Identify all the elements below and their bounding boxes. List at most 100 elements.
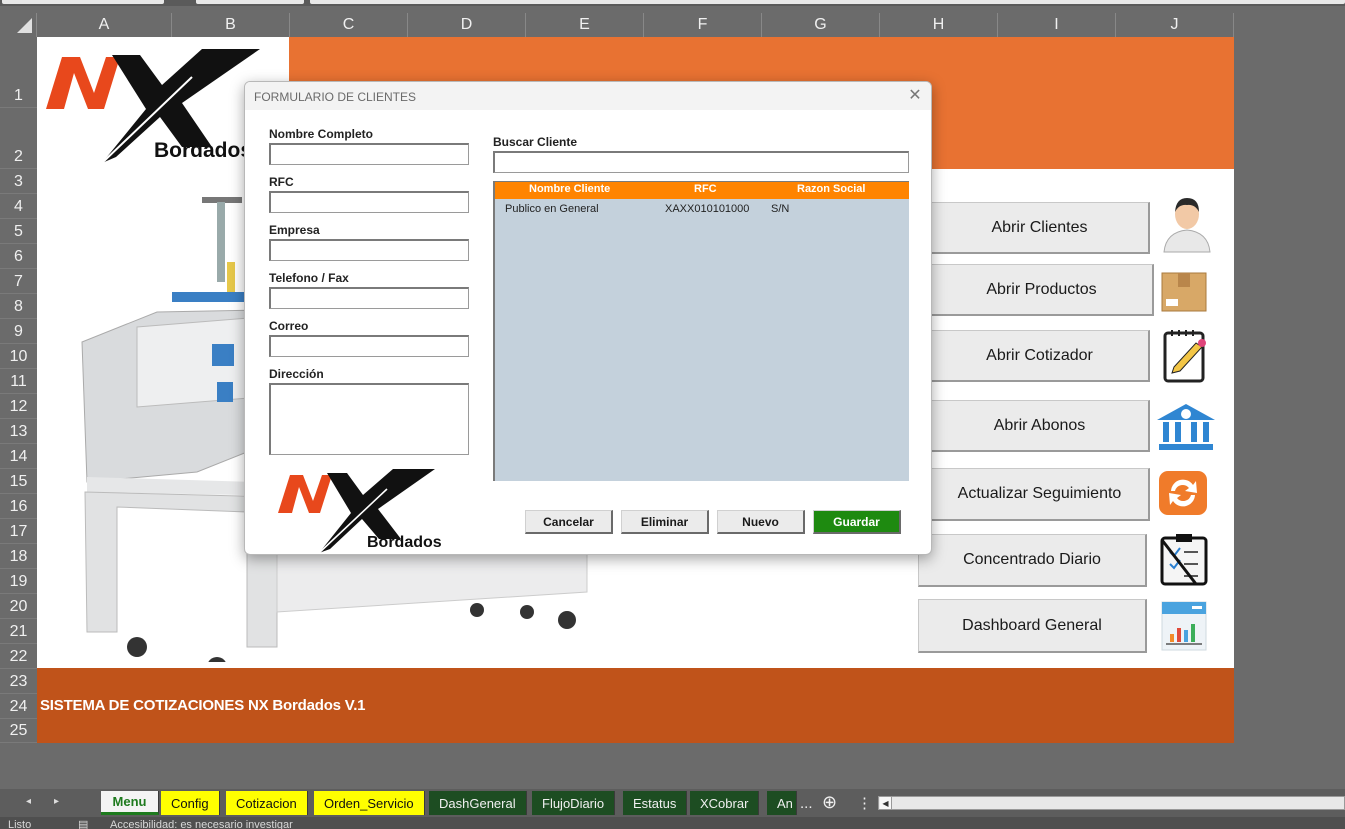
list-cell: XAXX010101000	[665, 203, 750, 215]
row-header[interactable]: 10	[0, 344, 37, 369]
empresa-input[interactable]	[269, 239, 469, 261]
delete-button[interactable]: Eliminar	[621, 510, 709, 534]
accessibility-status[interactable]: Accesibilidad: es necesario investigar	[110, 820, 293, 829]
row-header[interactable]: 13	[0, 419, 37, 444]
row-header[interactable]: 22	[0, 644, 37, 669]
row-header[interactable]: 8	[0, 294, 37, 319]
box-icon	[1161, 272, 1207, 312]
tab-scroll-right-icon[interactable]: ▸	[54, 796, 59, 807]
general-dashboard-button[interactable]: Dashboard General	[918, 599, 1147, 653]
telefono-input[interactable]	[269, 287, 469, 309]
rfc-input[interactable]	[269, 191, 469, 213]
column-header[interactable]: A	[37, 13, 172, 37]
tab-config[interactable]: Config	[161, 791, 220, 815]
nombre-input[interactable]	[269, 143, 469, 165]
tab-orden-servicio[interactable]: Orden_Servicio	[314, 791, 425, 815]
search-label: Buscar Cliente	[493, 135, 578, 149]
row-header[interactable]: 24	[0, 694, 37, 719]
tab-flujodiario[interactable]: FlujoDiario	[532, 791, 616, 815]
row-header[interactable]: 5	[0, 219, 37, 244]
footer-title: SISTEMA DE COTIZACIONES NX Bordados V.1	[40, 697, 366, 714]
row-header[interactable]: 9	[0, 319, 37, 344]
row-header[interactable]: 25	[0, 719, 37, 743]
open-payments-button[interactable]: Abrir Abonos	[930, 400, 1150, 452]
add-sheet-icon[interactable]: ⊕	[822, 792, 837, 813]
tab-estatus[interactable]: Estatus	[623, 791, 688, 815]
row-header[interactable]: 14	[0, 444, 37, 469]
cancel-button[interactable]: Cancelar	[525, 510, 613, 534]
update-tracking-button[interactable]: Actualizar Seguimiento	[930, 468, 1150, 521]
row-header[interactable]: 20	[0, 594, 37, 619]
column-header[interactable]: E	[526, 13, 644, 37]
row-header[interactable]: 18	[0, 544, 37, 569]
list-cell: S/N	[771, 203, 790, 215]
open-clients-button[interactable]: Abrir Clientes	[930, 202, 1150, 254]
row-header[interactable]: 7	[0, 269, 37, 294]
name-box[interactable]	[2, 0, 164, 4]
row-header[interactable]: 19	[0, 569, 37, 594]
tab-xcobrar[interactable]: XCobrar	[690, 791, 760, 815]
horizontal-scrollbar[interactable]: ◀	[878, 796, 1345, 810]
row-header[interactable]: 12	[0, 394, 37, 419]
column-header[interactable]: I	[998, 13, 1116, 37]
column-header[interactable]: D	[408, 13, 526, 37]
row-header[interactable]: 16	[0, 494, 37, 519]
column-header[interactable]: J	[1116, 13, 1234, 37]
tab-an[interactable]: An	[767, 791, 797, 815]
nombre-label: Nombre Completo	[269, 127, 374, 141]
tab-scroll-left-icon[interactable]: ◂	[26, 796, 31, 807]
formula-bar-controls[interactable]	[196, 0, 304, 4]
row-header[interactable]: 3	[0, 169, 37, 194]
scroll-left-icon[interactable]: ◀	[880, 797, 892, 809]
row-header[interactable]: 6	[0, 244, 37, 269]
formula-bar-strip	[0, 0, 1345, 6]
brand-word: Bordados	[154, 139, 253, 162]
row-header[interactable]: 1	[0, 37, 37, 108]
tab-menu[interactable]: Menu	[101, 791, 159, 815]
open-products-button[interactable]: Abrir Productos	[930, 264, 1154, 316]
column-header[interactable]: G	[762, 13, 880, 37]
sheet-view-icon[interactable]: ▤	[78, 820, 88, 829]
tab-cotizacion[interactable]: Cotizacion	[226, 791, 308, 815]
correo-input[interactable]	[269, 335, 469, 357]
open-quoter-button[interactable]: Abrir Cotizador	[930, 330, 1150, 382]
list-header-cell: Razon Social	[797, 183, 866, 195]
refresh-icon	[1159, 471, 1207, 515]
row-header[interactable]: 17	[0, 519, 37, 544]
row-header[interactable]: 4	[0, 194, 37, 219]
row-header[interactable]: 2	[0, 108, 37, 169]
options-icon[interactable]: ⋮	[857, 794, 872, 812]
row-header[interactable]: 11	[0, 369, 37, 394]
clients-form-dialog: FORMULARIO DE CLIENTES ✕ Nombre Completo…	[244, 81, 932, 555]
more-tabs-button[interactable]: ...	[800, 795, 813, 812]
dashboard-icon	[1161, 601, 1207, 651]
dialog-titlebar[interactable]: FORMULARIO DE CLIENTES ✕	[245, 82, 931, 110]
save-button[interactable]: Guardar	[813, 510, 901, 534]
select-all-button[interactable]	[0, 13, 37, 37]
list-cell: Publico en General	[505, 203, 599, 215]
row-header[interactable]: 23	[0, 669, 37, 694]
column-header[interactable]: F	[644, 13, 762, 37]
dialog-brand-logo: Bordados	[275, 467, 465, 554]
new-button[interactable]: Nuevo	[717, 510, 805, 534]
correo-label: Correo	[269, 319, 309, 333]
column-header[interactable]: B	[172, 13, 290, 37]
direccion-textarea[interactable]	[269, 383, 469, 455]
list-header-cell: RFC	[694, 183, 717, 195]
column-header[interactable]: H	[880, 13, 998, 37]
sheet-tabs-bar: ◂ ▸ Menu Config Cotizacion Orden_Servici…	[0, 789, 1345, 817]
daily-summary-button[interactable]: Concentrado Diario	[918, 534, 1147, 587]
clients-listbox[interactable]: Nombre Cliente RFC Razon Social Publico …	[493, 181, 909, 481]
tab-dashgeneral[interactable]: DashGeneral	[429, 791, 527, 815]
brand-logo: Bordados	[42, 47, 272, 167]
column-headers: A B C D E F G H I J	[0, 13, 1345, 37]
column-header[interactable]: C	[290, 13, 408, 37]
status-bar: Listo ▤ Accesibilidad: es necesario inve…	[0, 817, 1345, 829]
formula-input[interactable]	[310, 0, 1345, 4]
row-header[interactable]: 15	[0, 469, 37, 494]
row-header[interactable]: 21	[0, 619, 37, 644]
close-icon[interactable]: ✕	[907, 88, 923, 104]
telefono-label: Telefono / Fax	[269, 271, 349, 285]
rfc-label: RFC	[269, 175, 294, 189]
search-input[interactable]	[493, 151, 909, 173]
